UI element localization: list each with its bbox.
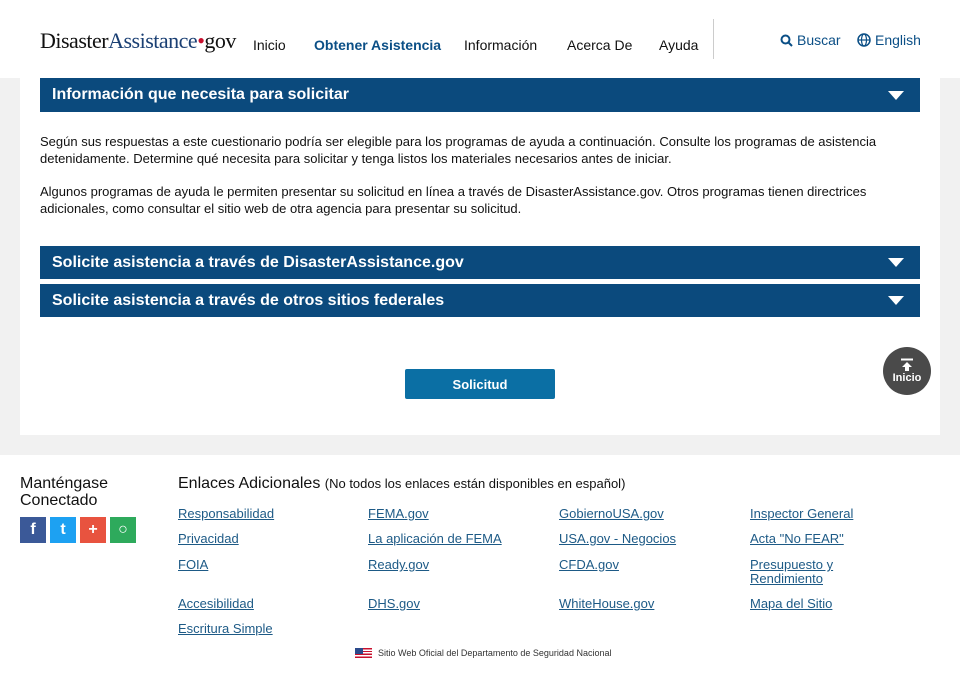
back-to-top-button[interactable]: Inicio	[883, 347, 931, 395]
share-plus-icon[interactable]: +	[80, 517, 106, 543]
arrow-up-icon	[901, 358, 913, 371]
footer-link[interactable]: CFDA.gov	[559, 558, 619, 572]
globe-icon	[857, 33, 871, 47]
back-to-top-label: Inicio	[892, 372, 922, 384]
search-label: Buscar	[797, 32, 841, 48]
accordion-info-needed[interactable]: Información que necesita para solicitar	[40, 78, 920, 112]
language-label: English	[875, 32, 921, 48]
nav-acerca-de[interactable]: Acerca De	[567, 37, 632, 53]
logo-text: Assistance	[108, 28, 198, 53]
accordion-apply-disasterassistance[interactable]: Solicite asistencia a través de Disaster…	[40, 246, 920, 279]
footer-link[interactable]: La aplicación de FEMA	[368, 532, 502, 546]
footer-link[interactable]: FEMA.gov	[368, 507, 429, 521]
links-title: Enlaces Adicionales	[178, 475, 321, 492]
official-site-notice: Sitio Web Oficial del Departamento de Se…	[355, 648, 611, 658]
accordion-title: Información que necesita para solicitar	[52, 86, 349, 103]
logo-text: Disaster	[40, 28, 109, 53]
footer-link[interactable]: FOIA	[178, 558, 208, 572]
nav-divider	[713, 19, 714, 59]
accordion-apply-federal-sites[interactable]: Solicite asistencia a través de otros si…	[40, 284, 920, 317]
footer-link[interactable]: Accesibilidad	[178, 597, 254, 611]
official-text: Sitio Web Oficial del Departamento de Se…	[378, 648, 612, 658]
footer-link[interactable]: Escritura Simple	[178, 622, 273, 636]
chat-bubble-icon[interactable]: ○	[110, 517, 136, 543]
main-panel: Información que necesita para solicitar …	[20, 78, 940, 435]
chevron-down-icon	[888, 90, 904, 100]
footer-link[interactable]: Responsabilidad	[178, 507, 274, 521]
search-button[interactable]: Buscar	[780, 32, 841, 48]
footer-link[interactable]: Acta "No FEAR"	[750, 532, 844, 546]
footer-link[interactable]: DHS.gov	[368, 597, 420, 611]
chevron-down-icon	[888, 296, 904, 305]
us-flag-icon	[355, 648, 372, 658]
logo-text: gov	[204, 28, 236, 53]
footer-link[interactable]: Ready.gov	[368, 558, 429, 572]
facebook-icon[interactable]: f	[20, 517, 46, 543]
nav-ayuda[interactable]: Ayuda	[659, 37, 698, 53]
stay-connected-title: Manténgase Conectado	[20, 475, 109, 509]
footer-link[interactable]: GobiernoUSA.gov	[559, 507, 664, 521]
footer-link[interactable]: Inspector General	[750, 507, 853, 521]
language-button[interactable]: English	[857, 32, 921, 48]
accordion-title: Solicite asistencia a través de otros si…	[52, 291, 445, 309]
footer-link[interactable]: USA.gov - Negocios	[559, 532, 676, 546]
nav-obtener-asistencia[interactable]: Obtener Asistencia	[314, 37, 441, 53]
nav-informacion[interactable]: Información	[464, 37, 537, 53]
intro-paragraph: Según sus respuestas a este cuestionario…	[40, 134, 877, 166]
site-logo[interactable]: DisasterAssistance•gov	[40, 28, 236, 54]
online-paragraph: Algunos programas de ayuda le permiten p…	[40, 184, 867, 216]
search-icon	[780, 34, 793, 47]
apply-button[interactable]: Solicitud	[405, 369, 555, 399]
footer-link[interactable]: Privacidad	[178, 532, 239, 546]
site-header: DisasterAssistance•gov Inicio Obtener As…	[0, 0, 960, 78]
accordion-title: Solicite asistencia a través de Disaster…	[52, 253, 464, 271]
footer-link[interactable]: WhiteHouse.gov	[559, 597, 654, 611]
footer-link[interactable]: Mapa del Sitio	[750, 597, 832, 611]
links-note: (No todos los enlaces están disponibles …	[324, 476, 626, 491]
chevron-down-icon	[888, 258, 904, 267]
twitter-icon[interactable]: t	[50, 517, 76, 543]
nav-inicio[interactable]: Inicio	[253, 37, 286, 53]
additional-links-heading: Enlaces Adicionales (No todos los enlace…	[178, 475, 625, 493]
social-links: f t + ○	[20, 517, 136, 543]
footer-link[interactable]: Presupuesto y Rendimiento	[750, 558, 860, 586]
